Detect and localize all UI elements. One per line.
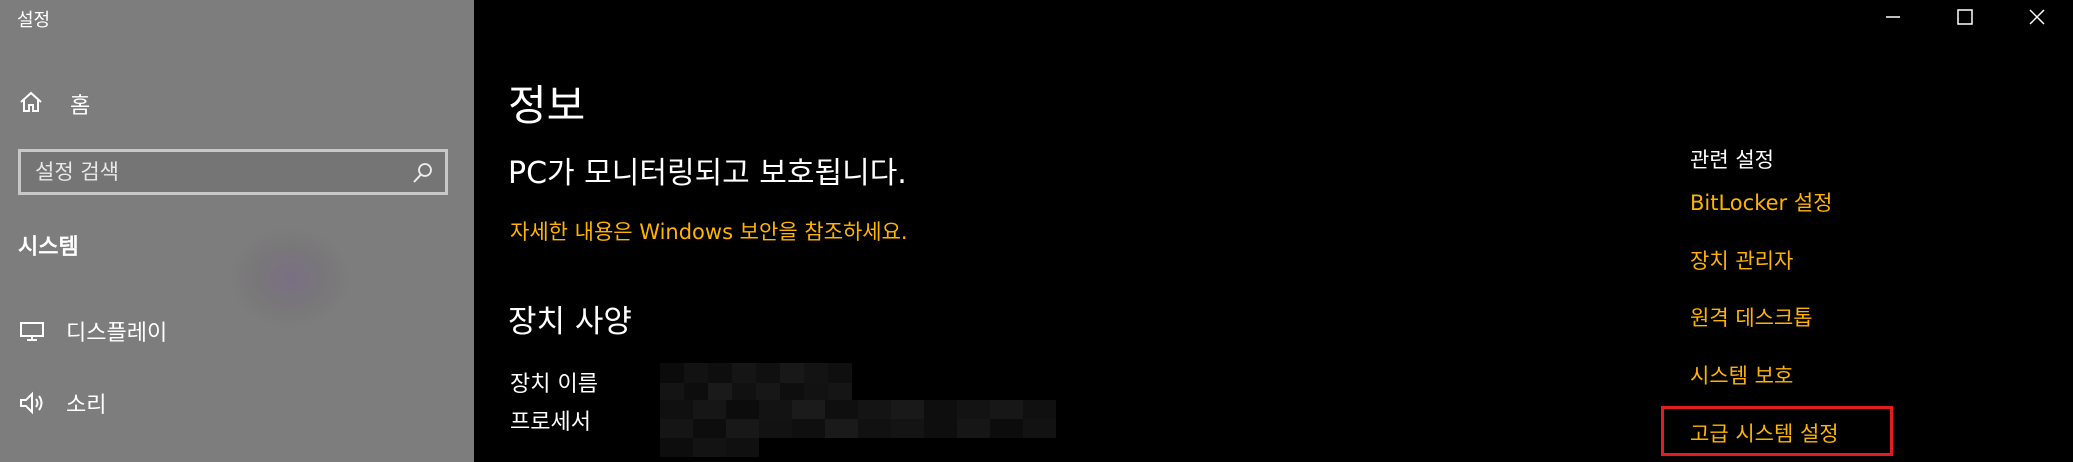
sidebar: 설정 홈 시스템 디스플레이 소리 xyxy=(0,0,474,462)
link-system-protection[interactable]: 시스템 보호 xyxy=(1690,360,1793,390)
minimize-button[interactable] xyxy=(1857,0,1929,38)
search-input[interactable] xyxy=(35,158,405,186)
app-title: 설정 xyxy=(17,10,51,31)
search-box[interactable] xyxy=(18,149,448,195)
speaker-icon xyxy=(18,389,46,417)
device-specs-heading: 장치 사양 xyxy=(508,304,632,340)
monitor-icon xyxy=(18,317,46,345)
window-controls xyxy=(1857,0,2073,38)
processor-value-redacted xyxy=(660,400,1056,457)
close-icon xyxy=(2029,9,2045,29)
spec-label-processor: 프로세서 xyxy=(510,410,591,435)
link-device-manager[interactable]: 장치 관리자 xyxy=(1690,245,1793,275)
sidebar-item-sound-label: 소리 xyxy=(66,393,107,418)
maximize-button[interactable] xyxy=(1929,0,2001,38)
maximize-icon xyxy=(1957,9,1973,29)
page-title: 정보 xyxy=(508,81,586,130)
search-icon[interactable] xyxy=(411,161,435,185)
home-icon xyxy=(18,89,44,119)
sidebar-item-display-label: 디스플레이 xyxy=(66,321,168,346)
windows-security-link[interactable]: 자세한 내용은 Windows 보안을 참조하세요. xyxy=(510,216,908,246)
minimize-icon xyxy=(1885,9,1901,29)
link-bitlocker-settings[interactable]: BitLocker 설정 xyxy=(1690,187,1832,217)
device-name-value-redacted xyxy=(660,363,852,403)
sidebar-item-display[interactable]: 디스플레이 xyxy=(18,313,438,349)
related-settings-heading: 관련 설정 xyxy=(1690,148,1774,172)
spec-label-device-name: 장치 이름 xyxy=(510,372,598,397)
link-remote-desktop[interactable]: 원격 데스크톱 xyxy=(1690,302,1813,332)
sidebar-item-sound[interactable]: 소리 xyxy=(18,385,438,421)
protection-status: PC가 모니터링되고 보호됩니다. xyxy=(508,156,907,191)
close-button[interactable] xyxy=(2001,0,2073,38)
highlight-box xyxy=(1661,406,1893,456)
nav-home-label: 홈 xyxy=(70,94,91,119)
section-label-system: 시스템 xyxy=(18,235,79,260)
nav-home[interactable]: 홈 xyxy=(18,86,438,122)
